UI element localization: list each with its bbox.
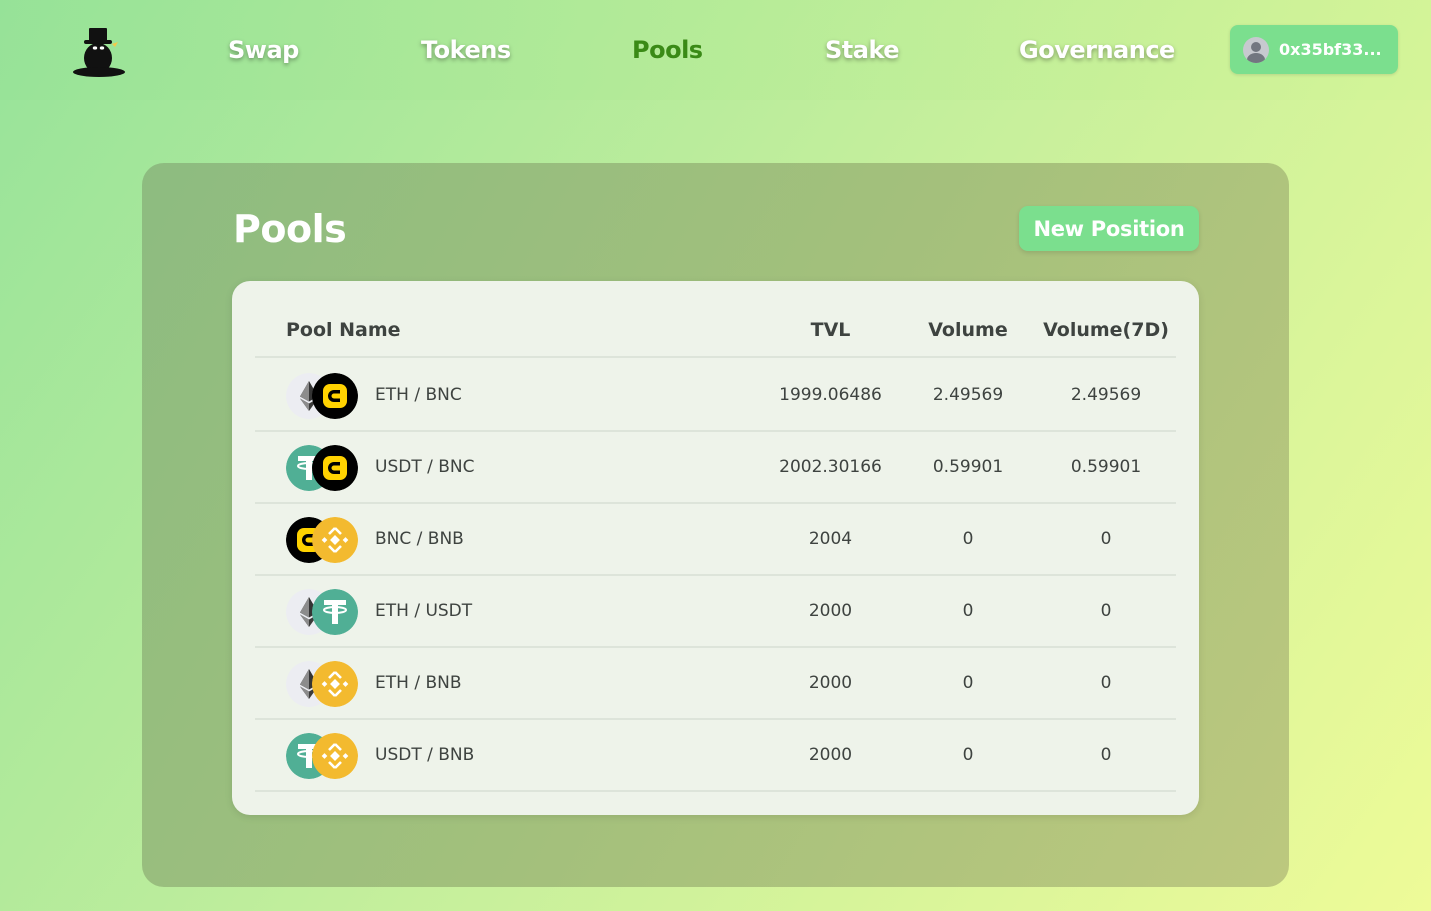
nav-swap-link[interactable]: Swap <box>228 36 299 64</box>
bnc-token-icon <box>312 373 358 419</box>
tvl-value: 2002.30166 <box>779 457 882 477</box>
volume-value: 2.49569 <box>932 385 1004 405</box>
volume-7d-value: 0 <box>1100 529 1112 549</box>
wallet-address: 0x35bf33... <box>1279 40 1382 59</box>
tvl-value: 2000 <box>808 673 853 693</box>
table-row[interactable]: USDT / BNB 2000 0 0 <box>255 720 1176 792</box>
token-pair-icons <box>286 517 358 563</box>
volume-7d-value: 0.59901 <box>1070 457 1142 477</box>
nav-tokens-link[interactable]: Tokens <box>421 36 511 64</box>
token-pair-icons <box>286 733 358 779</box>
bnb-token-icon <box>312 661 358 707</box>
new-position-button[interactable]: New Position <box>1019 206 1199 251</box>
page-title: Pools <box>233 207 347 251</box>
header-volume-7d: Volume(7D) <box>1043 319 1169 341</box>
volume-value: 0 <box>962 745 974 765</box>
table-row[interactable]: ETH / BNB 2000 0 0 <box>255 648 1176 720</box>
nav-stake-link[interactable]: Stake <box>825 36 900 64</box>
header-pool-name: Pool Name <box>286 319 401 341</box>
tvl-value: 2000 <box>808 601 853 621</box>
pools-panel: Pools New Position Pool Name TVL Volume … <box>142 163 1289 887</box>
pool-name: ETH / USDT <box>375 601 473 621</box>
nav-governance-link[interactable]: Governance <box>1019 36 1175 64</box>
tvl-value: 2000 <box>808 745 853 765</box>
bnc-token-icon <box>312 445 358 491</box>
pools-table: Pool Name TVL Volume Volume(7D) ETH / BN… <box>232 281 1199 815</box>
token-pair-icons <box>286 589 358 635</box>
pool-name: BNC / BNB <box>375 529 464 549</box>
volume-value: 0.59901 <box>932 457 1004 477</box>
pool-name: ETH / BNC <box>375 385 462 405</box>
pool-name: USDT / BNB <box>375 745 475 765</box>
token-pair-icons <box>286 445 358 491</box>
token-pair-icons <box>286 373 358 419</box>
volume-value: 0 <box>962 601 974 621</box>
table-row[interactable]: USDT / BNC 2002.30166 0.59901 0.59901 <box>255 432 1176 504</box>
volume-value: 0 <box>962 529 974 549</box>
volume-value: 0 <box>962 673 974 693</box>
table-header: Pool Name TVL Volume Volume(7D) <box>255 301 1176 358</box>
header-tvl: TVL <box>810 319 851 341</box>
mole-logo-icon[interactable] <box>72 24 126 78</box>
token-pair-icons <box>286 661 358 707</box>
table-row[interactable]: ETH / USDT 2000 0 0 <box>255 576 1176 648</box>
table-row[interactable]: ETH / BNC 1999.06486 2.49569 2.49569 <box>255 360 1176 432</box>
tvl-value: 2004 <box>808 529 853 549</box>
volume-7d-value: 2.49569 <box>1070 385 1142 405</box>
pool-name: ETH / BNB <box>375 673 462 693</box>
header-volume: Volume <box>928 319 1008 341</box>
tvl-value: 1999.06486 <box>779 385 882 405</box>
nav-pools-link[interactable]: Pools <box>632 36 703 64</box>
bnb-token-icon <box>312 733 358 779</box>
bnb-token-icon <box>312 517 358 563</box>
volume-7d-value: 0 <box>1100 745 1112 765</box>
pool-name: USDT / BNC <box>375 457 475 477</box>
table-row[interactable]: BNC / BNB 2004 0 0 <box>255 504 1176 576</box>
wallet-account-button[interactable]: 0x35bf33... <box>1230 25 1398 74</box>
volume-7d-value: 0 <box>1100 673 1112 693</box>
volume-7d-value: 0 <box>1100 601 1112 621</box>
user-avatar-icon <box>1243 36 1269 63</box>
usdt-token-icon <box>312 589 358 635</box>
top-nav: Swap Tokens Pools Stake Governance 0x35b… <box>0 0 1431 100</box>
